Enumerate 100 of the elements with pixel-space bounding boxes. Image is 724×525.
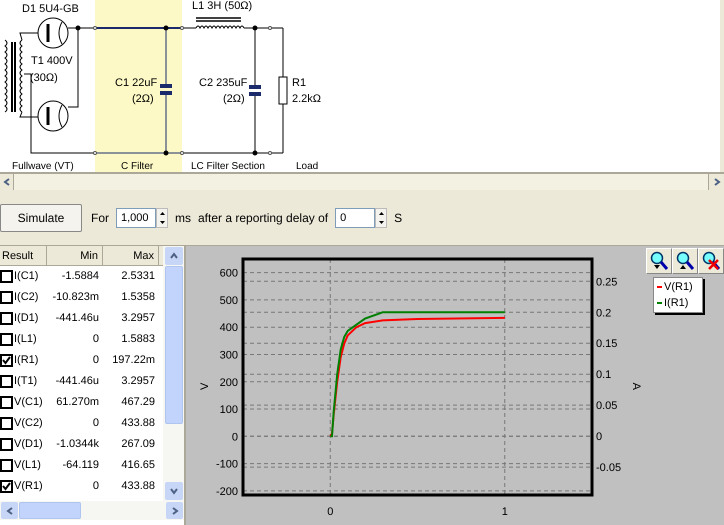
junction-dot: [76, 26, 80, 30]
table-cell-text: I(R1): [14, 353, 40, 368]
y2-tick-label: 0.15: [596, 338, 618, 350]
table-cell-text: I(D1): [14, 311, 40, 326]
row-checkbox[interactable]: [0, 438, 13, 451]
y-tick-label: 100: [220, 404, 238, 416]
zoom-out-icon: [675, 251, 695, 271]
row-checkbox[interactable]: [0, 354, 13, 367]
spin-buttons[interactable]: [156, 208, 168, 228]
up-arrow-icon: [160, 212, 164, 214]
y2-tick-label: 0.25: [596, 276, 618, 288]
component-label: (2Ω): [132, 93, 154, 105]
table-cell-text: -10.823m: [52, 290, 100, 306]
component-label: C1 22uF: [115, 77, 158, 89]
inductor: [196, 17, 244, 28]
table-cell-text: V(R1): [14, 479, 44, 494]
table-cell-text: 1.5883: [120, 332, 156, 348]
section-label: Load: [296, 161, 318, 172]
zoom-in-icon: [649, 251, 669, 271]
up-arrow-icon: [378, 212, 384, 214]
zoom-button[interactable]: [698, 248, 724, 274]
y2-tick-label: -0.05: [596, 462, 622, 474]
zoom-button[interactable]: [672, 248, 698, 274]
row-checkbox[interactable]: [0, 333, 13, 346]
section-label: C Filter: [121, 161, 154, 172]
table-cell-text: -441.46u: [54, 374, 100, 390]
y2-axis-label: A: [630, 382, 642, 390]
horizontal-scrollbar[interactable]: [0, 172, 724, 190]
x-tick-label: 1: [502, 506, 508, 518]
y-tick-label: 400: [220, 322, 238, 334]
table-cell-text: V(L1): [14, 458, 42, 474]
down-arrow-icon: [378, 220, 384, 224]
terminal: [93, 26, 97, 30]
table-cell-text: I(C1): [14, 269, 40, 284]
y2-tick-label: 0.05: [596, 400, 618, 412]
section-label: Fullwave (VT): [12, 161, 74, 172]
horizontal-scrollbar[interactable]: [0, 501, 184, 520]
legend-label: V(R1): [664, 280, 693, 295]
table-cell-text: 0: [92, 353, 100, 368]
junction-dot: [164, 26, 168, 30]
table-cell-text: -1.0344k: [55, 437, 100, 452]
table-cell-text: -64.119: [62, 458, 100, 474]
x-tick-label: 0: [327, 506, 334, 518]
vacuum-tube: [38, 100, 68, 132]
table-cell-text: 61.270m: [55, 395, 100, 410]
row-checkbox[interactable]: [0, 417, 13, 430]
y-tick-label: 0: [232, 431, 238, 444]
spin-buttons[interactable]: [375, 208, 388, 228]
unit-label: ms: [175, 210, 191, 226]
table-cell-text: 0: [92, 332, 100, 348]
row-checkbox[interactable]: [0, 270, 13, 283]
table-cell-text: 433.88: [120, 416, 156, 432]
row-checkbox[interactable]: [0, 375, 13, 388]
zoom-reset-icon: [701, 251, 721, 271]
capacitor: [160, 84, 172, 95]
terminal: [93, 151, 97, 155]
y-tick-label: 600: [220, 268, 238, 280]
down-arrow-icon: [160, 220, 164, 224]
terminal: [180, 26, 184, 30]
y-tick-label: 500: [220, 294, 238, 307]
y-tick-label: 300: [220, 350, 238, 362]
component-label: D1 5U4-GB: [22, 3, 79, 15]
row-checkbox[interactable]: [0, 459, 13, 472]
table-cell-text: V(C1): [14, 395, 44, 410]
terminal: [268, 26, 272, 30]
junction-dot: [252, 26, 258, 30]
table-cell-text: I(T1): [14, 374, 38, 390]
zoom-button[interactable]: [646, 248, 672, 274]
table-cell-text: I(C2): [14, 290, 40, 306]
column-header[interactable]: Max: [103, 246, 159, 265]
section-label: LC Filter Section: [191, 161, 265, 172]
capacitor: [249, 85, 261, 96]
vacuum-tube: [38, 18, 68, 48]
table-cell-text: 267.09: [120, 437, 156, 452]
number-field[interactable]: 1,000: [116, 208, 156, 228]
simulate-button[interactable]: Simulate: [0, 204, 82, 232]
terminal: [268, 151, 272, 155]
row-checkbox[interactable]: [0, 396, 13, 409]
table-cell-text: 3.2957: [120, 374, 156, 390]
component-label: C2 235uF: [199, 77, 248, 89]
vertical-scrollbar[interactable]: [163, 246, 184, 501]
delay-label: after a reporting delay of: [198, 210, 328, 226]
y2-tick-label: 0: [596, 431, 602, 444]
row-checkbox[interactable]: [0, 312, 13, 325]
y-tick-label: -200: [216, 486, 238, 498]
table-cell-text: -441.46u: [54, 311, 100, 326]
table-cell-text: 416.65: [120, 458, 156, 474]
terminal: [180, 151, 184, 155]
row-checkbox[interactable]: [0, 480, 13, 493]
component-label: T1 400V: [31, 55, 73, 67]
row-checkbox[interactable]: [0, 291, 13, 304]
column-header[interactable]: Result: [0, 246, 47, 265]
component-label: 2.2kΩ: [292, 93, 322, 105]
table-cell-text: V(D1): [14, 437, 44, 452]
unit-label: S: [394, 210, 402, 226]
component-label: R1: [292, 77, 306, 89]
table-cell-text: 0: [92, 416, 100, 432]
number-field[interactable]: 0: [335, 208, 376, 228]
column-header[interactable]: Min: [47, 246, 103, 265]
check-icon: [2, 482, 11, 491]
